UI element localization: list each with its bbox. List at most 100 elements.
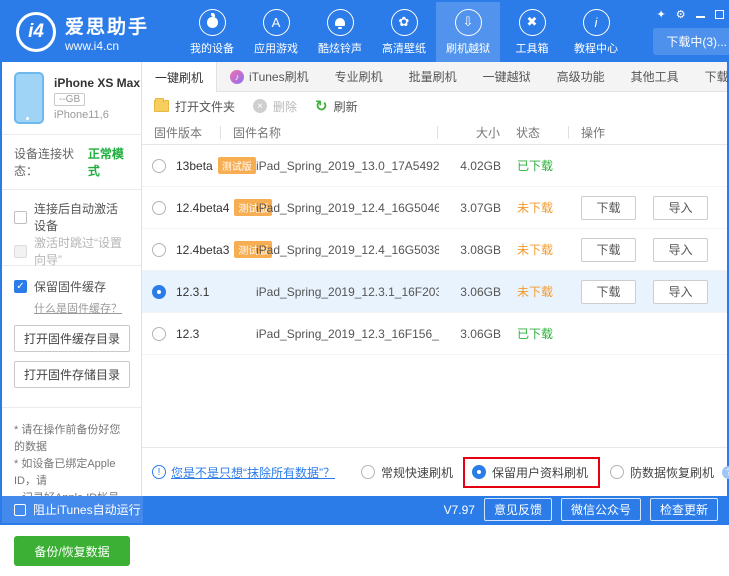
table-row[interactable]: 13beta测试版 iPad_Spring_2019_13.0_17A5492t… <box>142 145 727 187</box>
window-controls-zone: ✦ ⚙ × 下载中(3)... <box>628 2 729 62</box>
import-button[interactable]: 导入 <box>653 238 708 262</box>
download-button[interactable]: 下载 <box>581 280 636 304</box>
brand-title: 爱思助手 <box>65 12 149 39</box>
radio-label: 保留用户资料刷机 <box>492 464 588 481</box>
tab-label: 一键刷机 <box>155 69 203 86</box>
tool-label: 刷新 <box>334 98 358 115</box>
help-question-icon[interactable]: ? <box>722 466 729 479</box>
apple-icon <box>199 9 226 36</box>
download-button[interactable]: 下载 <box>581 238 636 262</box>
keep-user-data-radio[interactable]: 保留用户资料刷机 <box>472 464 588 481</box>
delete-circle-icon: × <box>253 99 267 113</box>
app-window: i4 爱思助手 www.i4.cn 我的设备 A 应用游戏 酷炫铃声 ✿ 高清壁… <box>0 0 729 525</box>
minimize-icon[interactable] <box>696 11 705 18</box>
import-button[interactable]: 导入 <box>653 196 708 220</box>
nav-label: 刷机越狱 <box>446 40 490 56</box>
tab-pro-flash[interactable]: 专业刷机 <box>322 62 396 91</box>
table-row[interactable]: 12.4beta3测试版 iPad_Spring_2019_12.4_16G50… <box>142 229 727 271</box>
tab-label: 批量刷机 <box>409 68 457 85</box>
row-radio[interactable] <box>152 159 166 173</box>
downloading-button[interactable]: 下载中(3)... <box>653 28 729 55</box>
open-folder-button[interactable]: 打开文件夹 <box>154 98 235 115</box>
backup-restore-button[interactable]: 备份/恢复数据 <box>14 536 130 566</box>
open-storage-dir-button[interactable]: 打开固件存储目录 <box>14 361 130 388</box>
row-radio[interactable] <box>152 201 166 215</box>
firmware-version: 13beta <box>176 159 213 173</box>
keep-cache-checkbox[interactable]: ✓ 保留固件缓存 <box>14 278 129 295</box>
tab-download-firmware[interactable]: 下载固件 <box>692 62 729 91</box>
checkbox-icon <box>14 211 27 224</box>
checkbox-icon <box>14 245 27 258</box>
wechat-button[interactable]: 微信公众号 <box>561 498 641 521</box>
table-row[interactable]: 12.4beta4测试版 iPad_Spring_2019_12.4_16G50… <box>142 187 727 229</box>
download-button[interactable]: 下载 <box>581 196 636 220</box>
firmware-size: 3.06GB <box>439 285 501 299</box>
nav-label: 工具箱 <box>516 40 549 56</box>
tab-advanced[interactable]: 高级功能 <box>544 62 618 91</box>
firmware-version: 12.4beta3 <box>176 243 229 257</box>
what-is-cache-link[interactable]: 什么是固件缓存？ <box>34 300 129 316</box>
tab-other-tools[interactable]: 其他工具 <box>618 62 692 91</box>
backup-notes-section: * 请在操作前备份好您的数据 * 如设备已绑定Apple ID，请 记录好App… <box>2 408 141 576</box>
device-name: iPhone XS Max <box>54 76 140 90</box>
device-info: iPhone XS Max --GB iPhone11,6 <box>2 62 141 135</box>
tab-one-click-flash[interactable]: 一键刷机 <box>142 62 217 92</box>
tab-itunes-flash[interactable]: ♪iTunes刷机 <box>217 62 322 91</box>
tab-one-click-jailbreak[interactable]: 一键越狱 <box>470 62 544 91</box>
radio-icon <box>610 465 624 479</box>
note-line: * 请在操作前备份好您的数据 <box>14 422 129 456</box>
red-highlight-box: 保留用户资料刷机 <box>463 457 600 488</box>
col-version: 固件版本 <box>142 124 220 141</box>
radio-checked-icon <box>472 465 486 479</box>
iphone-icon <box>14 72 44 124</box>
device-model: iPhone11,6 <box>54 109 140 121</box>
checkbox-label: 保留固件缓存 <box>34 278 106 295</box>
nav-item-apps-games[interactable]: A 应用游戏 <box>244 2 308 62</box>
checkbox-icon <box>14 504 26 516</box>
activation-options: 连接后自动激活设备 激活时跳过“设置向导” <box>2 190 141 266</box>
delete-button[interactable]: × 删除 <box>253 98 297 115</box>
nav-item-wallpapers[interactable]: ✿ 高清壁纸 <box>372 2 436 62</box>
nav-item-my-device[interactable]: 我的设备 <box>180 2 244 62</box>
app-logo: i4 爱思助手 www.i4.cn <box>2 2 180 62</box>
firmware-filename: iPad_Spring_2019_12.3.1_16F203_Restore.i… <box>254 285 439 299</box>
row-radio[interactable] <box>152 327 166 341</box>
feedback-button[interactable]: 意见反馈 <box>484 498 552 521</box>
status-bar: 阻止iTunes自动运行 V7.97 意见反馈 微信公众号 检查更新 <box>2 496 727 523</box>
tool-label: 删除 <box>273 98 297 115</box>
firmware-version: 12.3.1 <box>176 285 209 299</box>
anti-data-recovery-radio[interactable]: 防数据恢复刷机 ? <box>610 464 729 481</box>
nav-item-flash-jailbreak[interactable]: ⇩ 刷机越狱 <box>436 2 500 62</box>
folder-icon <box>154 100 169 112</box>
nav-item-ringtones[interactable]: 酷炫铃声 <box>308 2 372 62</box>
refresh-button[interactable]: ↻ 刷新 <box>315 98 358 115</box>
tab-batch-flash[interactable]: 批量刷机 <box>396 62 470 91</box>
auto-activate-checkbox[interactable]: 连接后自动激活设备 <box>14 200 129 234</box>
table-row-selected[interactable]: 12.3.1 iPad_Spring_2019_12.3.1_16F203_Re… <box>142 271 727 313</box>
row-radio[interactable] <box>152 243 166 257</box>
status-badge: 已下载 <box>501 325 569 342</box>
maximize-icon[interactable] <box>715 10 724 19</box>
erase-all-data-link[interactable]: 您是不是只想“抹除所有数据”？ <box>171 464 335 481</box>
normal-flash-radio[interactable]: 常规快速刷机 <box>361 464 453 481</box>
sidebar: iPhone XS Max --GB iPhone11,6 设备连接状态：正常模… <box>2 62 142 496</box>
block-itunes-checkbox[interactable]: 阻止iTunes自动运行 <box>2 496 143 523</box>
check-update-button[interactable]: 检查更新 <box>650 498 718 521</box>
info-icon: i <box>583 9 610 36</box>
nav-item-tutorials[interactable]: i 教程中心 <box>564 2 628 62</box>
open-cache-dir-button[interactable]: 打开固件缓存目录 <box>14 325 130 352</box>
logo-badge-text: i4 <box>28 21 44 43</box>
status-badge: 未下载 <box>501 283 569 300</box>
tab-label: 下载固件 <box>705 68 729 85</box>
table-row[interactable]: 12.3 iPad_Spring_2019_12.3_16F156_Restor… <box>142 313 727 355</box>
nav-item-toolbox[interactable]: ✖ 工具箱 <box>500 2 564 62</box>
status-bar-right: V7.97 意见反馈 微信公众号 检查更新 <box>444 498 727 521</box>
import-button[interactable]: 导入 <box>653 280 708 304</box>
firmware-version: 12.3 <box>176 327 199 341</box>
skip-setup-checkbox[interactable]: 激活时跳过“设置向导” <box>14 234 129 268</box>
settings-gear-icon[interactable]: ⚙ <box>676 8 686 21</box>
row-radio-selected[interactable] <box>152 285 166 299</box>
status-badge: 未下载 <box>501 241 569 258</box>
firmware-filename: iPad_Spring_2019_12.3_16F156_Restore.ips… <box>254 327 439 341</box>
theme-icon[interactable]: ✦ <box>656 8 665 21</box>
